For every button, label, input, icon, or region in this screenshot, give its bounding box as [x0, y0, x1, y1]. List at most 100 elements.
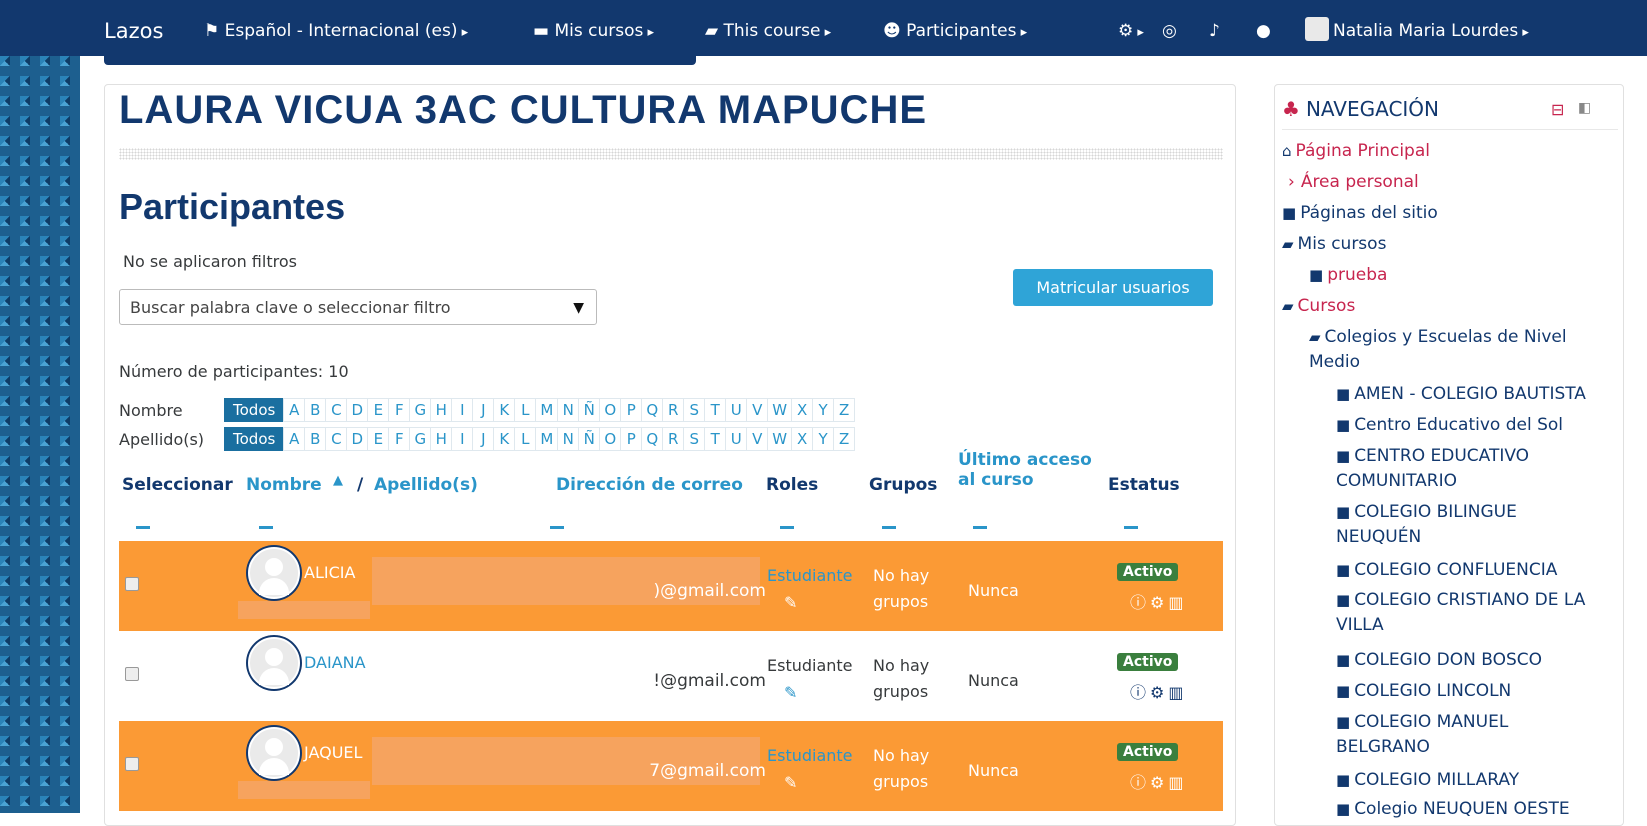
last-name-initial-letter[interactable]: O — [599, 427, 622, 451]
last-name-initial-letter[interactable]: X — [791, 427, 814, 451]
collapse-status-column[interactable] — [1124, 526, 1138, 529]
first-name-initial-letter[interactable]: R — [662, 398, 685, 422]
last-name-initial-letter[interactable]: C — [325, 427, 348, 451]
last-name-sort-link[interactable]: Apellido(s) — [374, 475, 478, 495]
nav-home[interactable]: ⌂ Página Principal — [1282, 141, 1430, 161]
last-name-initial-letter[interactable]: U — [725, 427, 748, 451]
participants-menu[interactable]: ☻ Participantes — [883, 0, 1027, 56]
site-brand[interactable]: Lazos — [104, 0, 163, 56]
first-name-initial-letter[interactable]: P — [620, 398, 643, 422]
last-name-initial-letter[interactable]: I — [451, 427, 474, 451]
this-course-menu[interactable]: ▰ This course — [705, 0, 831, 56]
filter-search-select[interactable]: Buscar palabra clave o seleccionar filtr… — [119, 289, 597, 325]
nav-category-item[interactable]: ■ COLEGIO LINCOLN — [1336, 681, 1511, 701]
first-name-initial-letter[interactable]: Y — [812, 398, 835, 422]
info-icon[interactable]: ⓘ — [1130, 593, 1150, 612]
last-name-initial-letter[interactable]: Ñ — [578, 427, 601, 451]
first-name-initial-letter[interactable]: I — [451, 398, 474, 422]
last-name-initial-letter[interactable]: B — [304, 427, 327, 451]
first-name-initial-letter[interactable]: Ñ — [578, 398, 601, 422]
edit-role-pencil-icon[interactable]: ✎ — [784, 773, 797, 792]
last-name-initial-letter[interactable]: D — [346, 427, 369, 451]
last-name-initial-letter[interactable]: S — [683, 427, 706, 451]
first-name-initial-letter[interactable]: O — [599, 398, 622, 422]
trash-icon[interactable]: ▥ — [1168, 593, 1187, 612]
user-avatar[interactable] — [248, 547, 300, 599]
first-name-initial-letter[interactable]: X — [791, 398, 814, 422]
nav-category-item[interactable]: ■ CENTRO EDUCATIVO COMUNITARIO — [1336, 444, 1606, 494]
first-name-initial-letter[interactable]: Z — [833, 398, 856, 422]
first-name-initial-letter[interactable]: F — [388, 398, 411, 422]
last-name-initial-letter[interactable]: W — [767, 427, 793, 451]
first-name-initial-letter[interactable]: E — [367, 398, 390, 422]
last-name-initial-letter[interactable]: H — [430, 427, 453, 451]
first-name-initial-letter[interactable]: C — [325, 398, 348, 422]
last-name-initial-letter[interactable]: J — [472, 427, 495, 451]
nav-category-item[interactable]: ■ COLEGIO CONFLUENCIA — [1336, 560, 1557, 580]
user-avatar[interactable] — [248, 727, 300, 779]
notifications-bell-icon[interactable]: ♪ — [1209, 0, 1220, 56]
last-name-initial-letter[interactable]: T — [704, 427, 727, 451]
first-name-initial-letter[interactable]: M — [535, 398, 559, 422]
first-name-initial-letter[interactable]: A — [283, 398, 306, 422]
email-sort-link[interactable]: Dirección de correo — [556, 475, 743, 495]
trash-icon[interactable]: ▥ — [1168, 683, 1187, 702]
info-icon[interactable]: ⓘ — [1130, 773, 1150, 792]
first-name-initial-letter[interactable]: U — [725, 398, 748, 422]
life-ring-icon[interactable]: ◎ — [1162, 0, 1177, 56]
language-menu[interactable]: ⚑ Español - Internacional (es) — [204, 0, 468, 56]
collapse-block-icon[interactable]: ⊟ — [1551, 100, 1564, 119]
nav-dashboard[interactable]: › Área personal — [1288, 172, 1419, 192]
last-name-initial-letter[interactable]: L — [514, 427, 537, 451]
collapse-name-column[interactable] — [259, 526, 273, 529]
my-courses-menu[interactable]: ▬ Mis cursos — [533, 0, 654, 56]
first-name-initial-letter[interactable]: H — [430, 398, 453, 422]
nav-my-courses[interactable]: ▰ Mis cursos — [1282, 234, 1386, 254]
collapse-last-access-column[interactable] — [973, 526, 987, 529]
nav-category-item[interactable]: ■ COLEGIO DON BOSCO — [1336, 650, 1542, 670]
first-name-initial-letter[interactable]: W — [767, 398, 793, 422]
dock-block-icon[interactable]: ◧ — [1578, 100, 1591, 116]
nav-course-prueba[interactable]: ■ prueba — [1309, 265, 1387, 285]
last-name-initial-letter[interactable]: G — [409, 427, 432, 451]
first-name-initial-letter[interactable]: N — [557, 398, 580, 422]
messages-chat-icon[interactable]: ● — [1256, 0, 1271, 56]
row-select-checkbox[interactable] — [125, 757, 139, 771]
collapse-email-column[interactable] — [550, 526, 564, 529]
last-name-initial-letter[interactable]: Z — [833, 427, 856, 451]
nav-category-item[interactable]: ■ Colegio NEUQUEN OESTE — [1336, 799, 1570, 819]
last-name-initial-letter[interactable]: N — [557, 427, 580, 451]
first-name-initial-letter[interactable]: G — [409, 398, 432, 422]
last-name-initial-letter[interactable]: F — [388, 427, 411, 451]
nav-category-item[interactable]: ■ AMEN - COLEGIO BAUTISTA — [1336, 384, 1586, 404]
participant-name-link[interactable]: JAQUEL — [304, 743, 362, 762]
last-name-initial-letter[interactable]: Q — [641, 427, 664, 451]
collapse-select-column[interactable] — [136, 526, 150, 529]
first-name-initial-letter[interactable]: K — [493, 398, 516, 422]
nav-category-item[interactable]: ■ Centro Educativo del Sol — [1336, 415, 1563, 435]
nav-category-item[interactable]: ■ COLEGIO MANUEL BELGRANO — [1336, 710, 1606, 760]
user-avatar[interactable] — [248, 637, 300, 689]
first-name-sort-link[interactable]: Nombre — [246, 475, 322, 495]
collapse-roles-column[interactable] — [780, 526, 794, 529]
first-name-initial-letter[interactable]: B — [304, 398, 327, 422]
first-name-initial-letter[interactable]: V — [746, 398, 769, 422]
edit-role-pencil-icon[interactable]: ✎ — [784, 683, 797, 702]
first-name-initial-letter[interactable]: D — [346, 398, 369, 422]
last-name-initial-all[interactable]: Todos — [224, 427, 285, 451]
last-name-initial-letter[interactable]: R — [662, 427, 685, 451]
nav-category-item[interactable]: ■ COLEGIO BILINGUE NEUQUÉN — [1336, 500, 1606, 550]
first-name-initial-all[interactable]: Todos — [224, 398, 285, 422]
first-name-initial-letter[interactable]: L — [514, 398, 537, 422]
row-select-checkbox[interactable] — [125, 667, 139, 681]
trash-icon[interactable]: ▥ — [1168, 773, 1187, 792]
settings-gear-icon[interactable]: ⚙ — [1118, 0, 1144, 56]
participant-name-link[interactable]: DAIANA — [304, 653, 366, 672]
last-name-initial-letter[interactable]: E — [367, 427, 390, 451]
edit-role-pencil-icon[interactable]: ✎ — [784, 593, 797, 612]
last-name-initial-letter[interactable]: P — [620, 427, 643, 451]
settings-gear-icon[interactable]: ⚙ — [1150, 773, 1168, 792]
settings-gear-icon[interactable]: ⚙ — [1150, 593, 1168, 612]
user-menu[interactable]: Natalia Maria Lourdes — [1305, 0, 1529, 56]
first-name-initial-letter[interactable]: T — [704, 398, 727, 422]
